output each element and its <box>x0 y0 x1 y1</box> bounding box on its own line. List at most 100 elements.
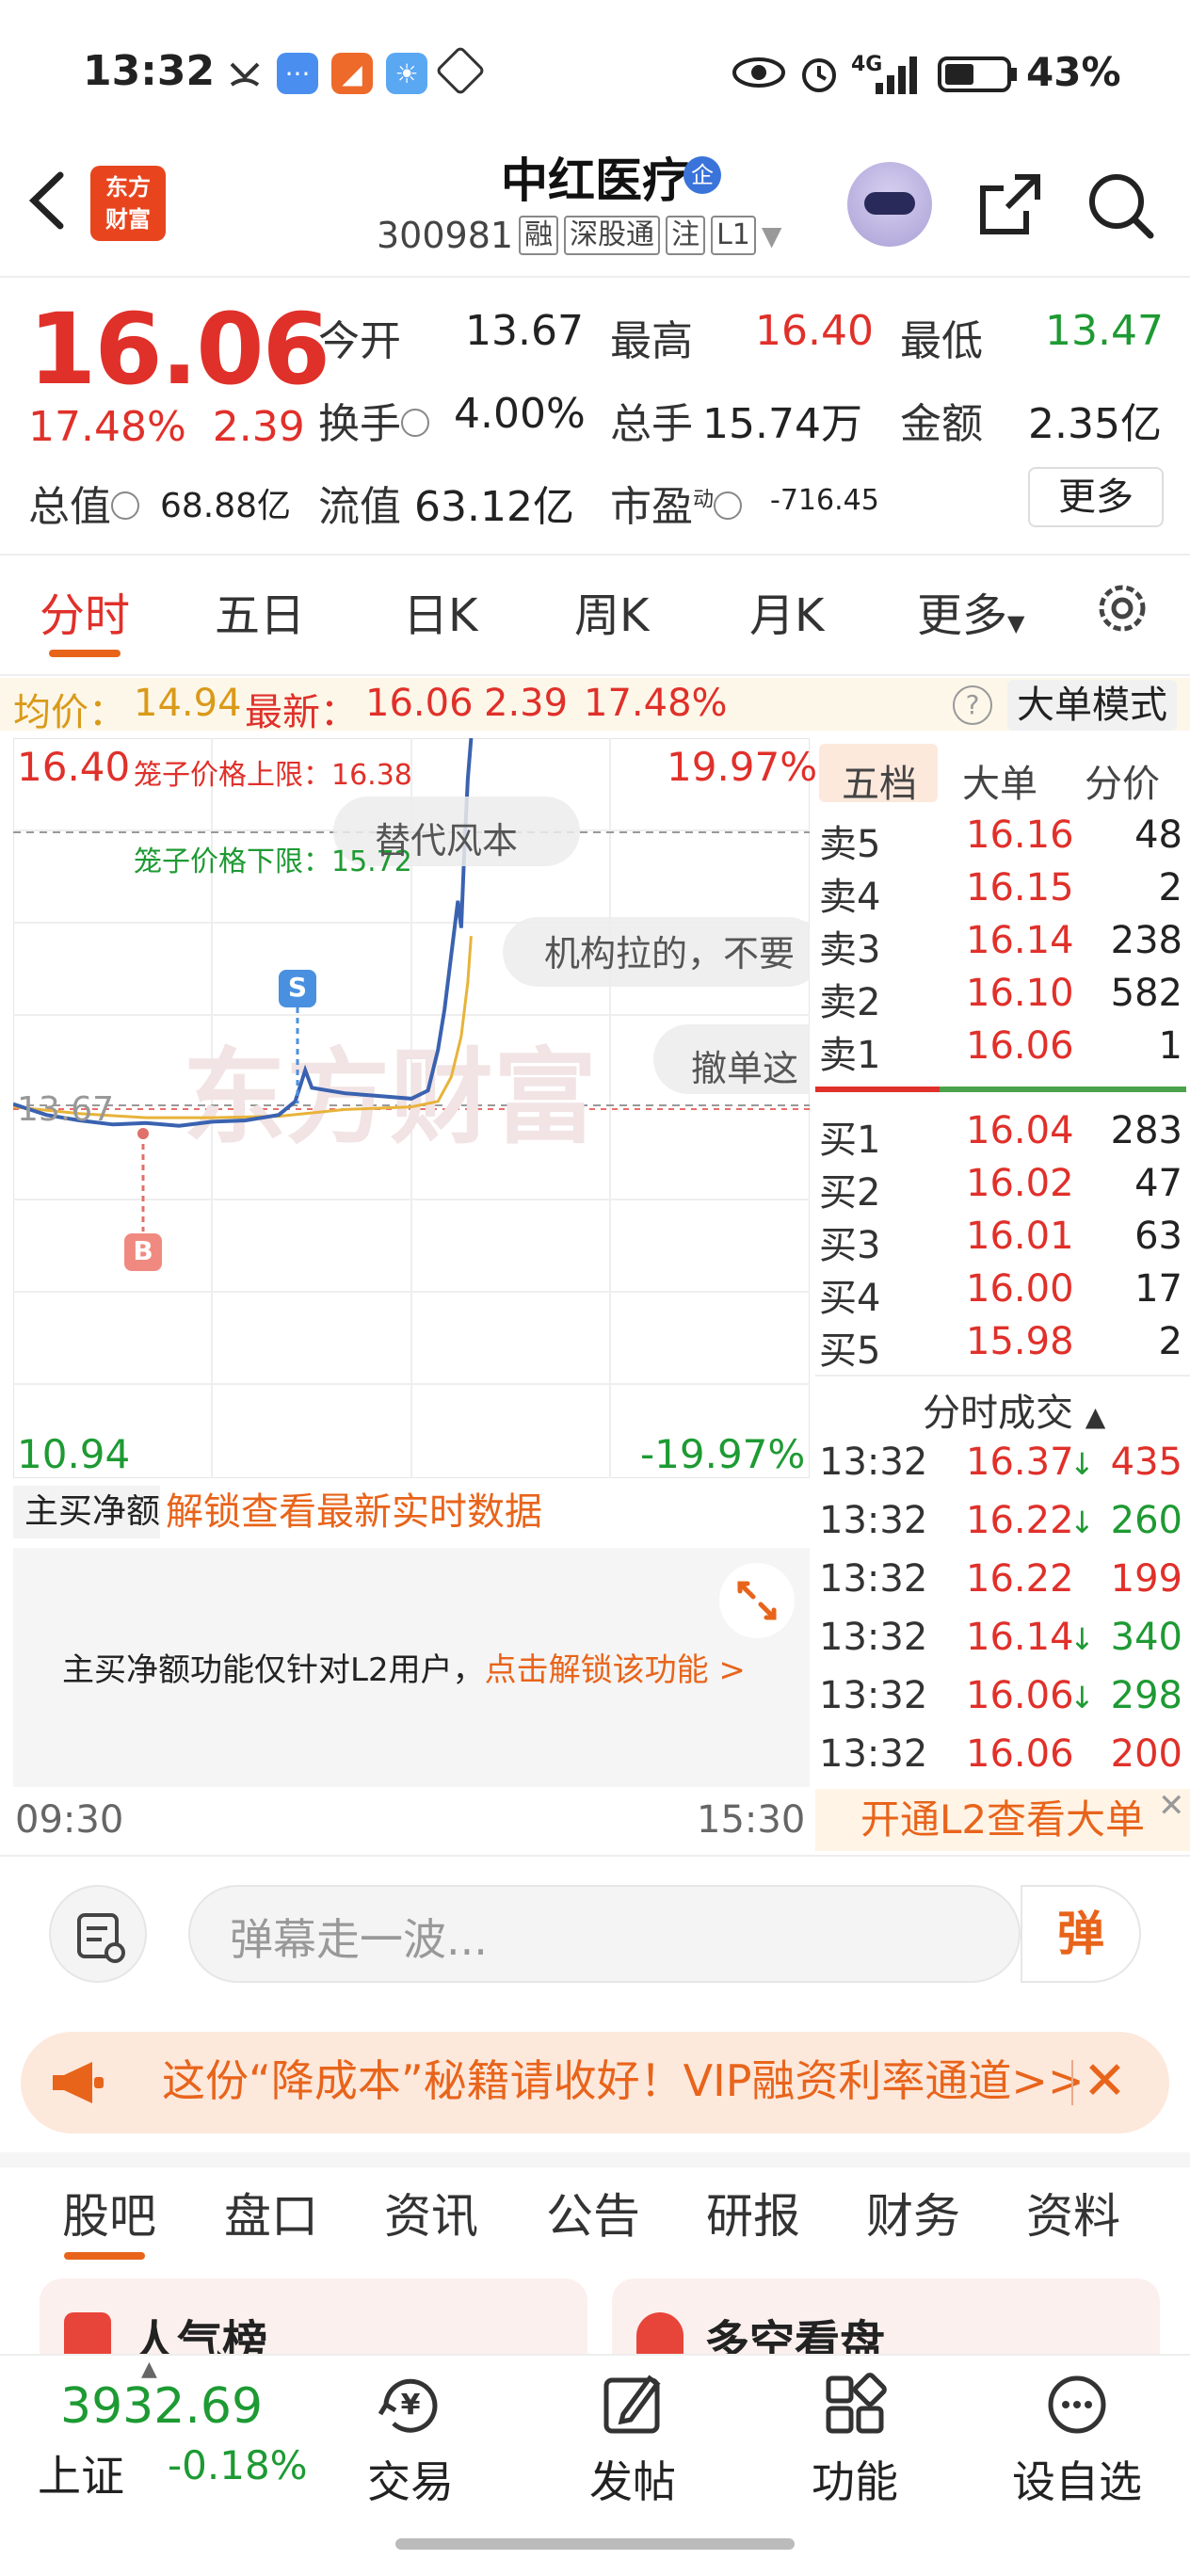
tab-news[interactable]: 资讯 <box>384 2179 478 2246</box>
gear-icon[interactable] <box>1092 578 1152 638</box>
session-end-time: 15:30 <box>697 1798 806 1842</box>
bull-bear-card[interactable] <box>612 2278 1160 2354</box>
chart-top-price: 16.40 <box>17 744 131 790</box>
low-label: 最低 <box>900 317 983 365</box>
level-label: 买2 <box>819 1171 881 1215</box>
ask-row[interactable]: 卖4 16.15 2 <box>819 866 1186 919</box>
trade-row: 13:32 16.37 ↓ 435 <box>819 1441 1186 1493</box>
nav-functions[interactable]: 功能 <box>780 2363 930 2510</box>
status-bar: 13:32 ··· ◢ ☀ 4G 43% <box>0 0 1190 141</box>
trade-price: 16.22 <box>966 1557 1074 1601</box>
level-price: 16.10 <box>966 972 1074 1015</box>
trade-time: 13:32 <box>819 1732 928 1776</box>
caret-down-icon: ▼ <box>1007 610 1025 636</box>
nav-trade[interactable]: ¥ 交易 <box>335 2363 486 2510</box>
tab-five-day[interactable]: 五日 <box>215 578 305 644</box>
tab-announcements[interactable]: 公告 <box>546 2179 640 2246</box>
trade-time: 13:32 <box>819 1557 928 1601</box>
latest-percent: 17.48% <box>584 682 728 725</box>
market-cap-value: 68.88亿 <box>160 487 292 525</box>
tab-weekly-k[interactable]: 周K <box>574 578 649 644</box>
home-indicator[interactable] <box>395 2538 795 2550</box>
high-label: 最高 <box>610 317 693 365</box>
level-label: 卖1 <box>819 1034 881 1077</box>
trade-volume: 340 <box>1110 1616 1182 1659</box>
info-icon[interactable] <box>111 491 139 520</box>
battery-percentage: 43% <box>1026 49 1121 95</box>
level-volume: 47 <box>1134 1162 1182 1205</box>
bid-row[interactable]: 买1 16.04 283 <box>819 1109 1186 1162</box>
level-volume: 582 <box>1110 972 1182 1015</box>
ask-row[interactable]: 卖2 16.10 582 <box>819 972 1186 1024</box>
danmaku-send-button[interactable]: 弹 <box>1021 1885 1141 1983</box>
info-icon[interactable] <box>401 409 429 437</box>
big-order-mode-button[interactable]: 大单模式 <box>1007 680 1177 731</box>
tab-intraday[interactable]: 分时 <box>40 578 130 644</box>
more-button[interactable]: 更多 <box>1028 467 1164 527</box>
tab-more[interactable]: 更多▼ <box>917 578 1024 644</box>
trade-time: 13:32 <box>819 1674 928 1717</box>
trade-row: 13:32 16.22 199 <box>819 1557 1186 1610</box>
tab-daily-k[interactable]: 日K <box>403 578 477 644</box>
danmaku-placeholder: 弹幕走一波... <box>230 1914 488 1965</box>
tab-profile[interactable]: 资料 <box>1026 2179 1120 2246</box>
enterprise-badge: 企 <box>683 156 721 194</box>
bid-row[interactable]: 买3 16.01 63 <box>819 1215 1186 1267</box>
bid-row[interactable]: 买4 16.00 17 <box>819 1267 1186 1320</box>
unlock-feature-link[interactable]: 点击解锁该功能 > <box>485 1651 746 1689</box>
stock-code-row[interactable]: 300981 融 深股通 注 L1 ▼ <box>377 215 781 256</box>
net-buy-dropdown[interactable]: 主买净额 ▼ <box>13 1486 160 1586</box>
trades-title[interactable]: 分时成交 ▲ <box>923 1382 1105 1437</box>
chart-bottom-price: 10.94 <box>17 1431 131 1477</box>
info-icon[interactable] <box>714 491 743 520</box>
bid-row[interactable]: 买2 16.02 47 <box>819 1162 1186 1215</box>
expand-icon[interactable] <box>719 1563 795 1638</box>
chart-top-percent: 19.97% <box>667 744 818 790</box>
nav-label: 设自选 <box>1012 2456 1142 2507</box>
close-icon[interactable]: ✕ <box>1083 2051 1127 2112</box>
tab-price-distribution[interactable]: 分价 <box>1085 753 1160 808</box>
index-value[interactable]: 3932.69 <box>60 2378 263 2435</box>
danmaku-settings-icon[interactable] <box>49 1885 147 1983</box>
ask-row[interactable]: 卖3 16.14 238 <box>819 919 1186 972</box>
l2-notice: 主买净额功能仅针对L2用户，点击解锁该功能 > <box>62 1651 746 1689</box>
tab-order-book[interactable]: 盘口 <box>224 2179 318 2246</box>
tab-big-orders[interactable]: 大单 <box>962 753 1037 808</box>
tab-forum[interactable]: 股吧 <box>62 2179 156 2246</box>
open-l2-big-order-button[interactable]: 开通L2查看大单 <box>815 1789 1190 1851</box>
trade-price: 16.06 <box>966 1732 1074 1776</box>
ai-assistant-icon[interactable] <box>847 162 932 247</box>
unlock-realtime-link[interactable]: 解锁查看最新实时数据 <box>166 1486 542 1538</box>
tag-registration: 注 <box>666 216 706 255</box>
ask-row[interactable]: 卖5 16.16 48 <box>819 813 1186 866</box>
tab-financials[interactable]: 财务 <box>866 2179 960 2246</box>
level-label: 买3 <box>819 1224 881 1267</box>
nav-custom-watchlist[interactable]: 设自选 <box>1002 2363 1152 2510</box>
search-icon[interactable] <box>1083 168 1158 243</box>
popularity-card[interactable] <box>40 2278 587 2354</box>
trade-price: 16.06 <box>966 1674 1074 1717</box>
danmaku-text: 替代风本 <box>375 820 519 861</box>
bid-ratio-bar <box>940 1087 1186 1092</box>
weather-app-icon: ☀ <box>386 53 427 94</box>
tab-research[interactable]: 研报 <box>706 2179 800 2246</box>
help-icon[interactable]: ? <box>953 685 992 725</box>
tab-monthly-k[interactable]: 月K <box>749 578 824 644</box>
low-value: 13.47 <box>1045 307 1164 355</box>
ask-row[interactable]: 卖1 16.06 1 <box>819 1024 1186 1077</box>
yen-cycle-icon: ¥ <box>373 2367 448 2442</box>
nav-post[interactable]: 发帖 <box>557 2363 708 2510</box>
divider <box>815 1375 1190 1377</box>
trade-price: 16.22 <box>966 1499 1074 1542</box>
close-icon[interactable]: ✕ <box>1158 1787 1185 1825</box>
promo-text[interactable]: 这份“降成本”秘籍请收好！VIP融资利率通道>> <box>162 2053 1085 2109</box>
bid-row[interactable]: 买5 15.98 2 <box>819 1320 1186 1373</box>
tab-five-levels[interactable]: 五档 <box>842 753 917 808</box>
share-icon[interactable] <box>972 168 1047 243</box>
turnover-value: 4.00% <box>454 390 586 438</box>
arrow-down-icon: ↓ <box>1069 1505 1095 1540</box>
pe-label: 市盈动 <box>610 473 743 533</box>
amount-value: 2.35亿 <box>1028 400 1162 448</box>
change-percent: 17.48% <box>28 403 186 451</box>
trade-volume: 298 <box>1110 1674 1182 1717</box>
